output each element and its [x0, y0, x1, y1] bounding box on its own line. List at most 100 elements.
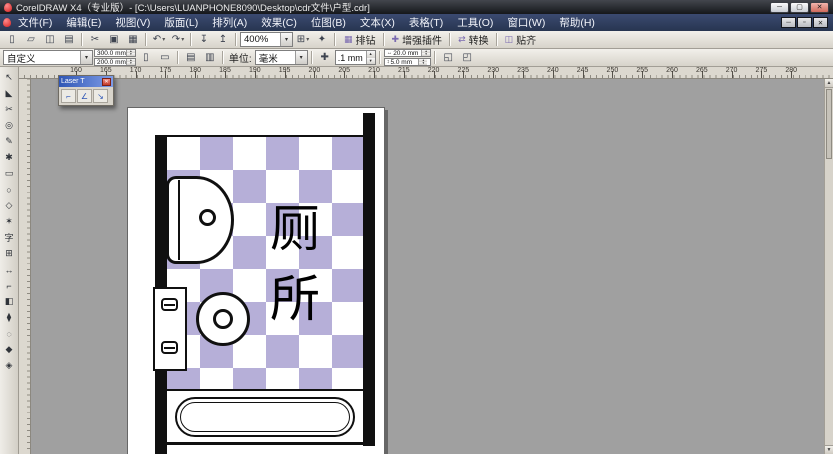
menu-edit[interactable]: 编辑(E) [59, 14, 108, 31]
laser-dimension-icon[interactable]: ⌐ [61, 89, 76, 103]
rectangle-tool-icon[interactable]: ▭ [1, 166, 17, 181]
menu-tools[interactable]: 工具(O) [450, 14, 500, 31]
menu-arrange[interactable]: 排列(A) [205, 14, 254, 31]
toilet-drain[interactable] [213, 309, 233, 329]
menu-text[interactable]: 文本(X) [353, 14, 402, 31]
basic-shapes-tool-icon[interactable]: ✶ [1, 214, 17, 229]
enhance-plugin-button[interactable]: ✚增强插件 [387, 32, 448, 48]
laser-arrow-icon[interactable]: ↘ [93, 89, 108, 103]
scroll-down-arrow-icon[interactable]: ▼ [825, 445, 833, 454]
open-button[interactable]: ▱ [22, 32, 40, 48]
freehand-tool-icon[interactable]: ✎ [1, 134, 17, 149]
bathtub[interactable] [175, 397, 355, 437]
treat-as-filled-button[interactable]: ◱ [439, 50, 457, 66]
doc-close-button[interactable]: ✕ [813, 17, 828, 28]
graphics-options-button[interactable]: ◰ [458, 50, 476, 66]
interactive-fill-tool-icon[interactable]: ◈ [1, 358, 17, 373]
paper-width-field[interactable]: 300.0 mm ▴▾ [94, 49, 136, 57]
table-tool-icon[interactable]: ⊞ [1, 246, 17, 261]
menu-help[interactable]: 帮助(H) [552, 14, 602, 31]
spinner-arrows[interactable]: ▴▾ [126, 59, 135, 65]
pick-tool-icon[interactable]: ↖ [1, 70, 17, 85]
application-launcher-button[interactable]: ⊞▾ [294, 32, 312, 48]
redo-button[interactable]: ↷▾ [169, 32, 187, 48]
corel-online-button[interactable]: ✦ [313, 32, 331, 48]
landscape-button[interactable]: ▭ [156, 50, 174, 66]
duplicate-y-field[interactable]: ↕ 5.0 mm ▴▾ [384, 58, 432, 66]
room-label-text[interactable]: 厕所 [266, 194, 324, 334]
text-tool-icon[interactable]: 字 [1, 230, 17, 245]
menu-file[interactable]: 文件(F) [11, 14, 59, 31]
fill-tool-icon[interactable]: ◆ [1, 342, 17, 357]
scrollbar-thumb[interactable] [826, 89, 832, 159]
portrait-button[interactable]: ▯ [137, 50, 155, 66]
vertical-scrollbar[interactable]: ▲ ▼ [824, 79, 833, 454]
hinge-knob-bottom[interactable] [161, 341, 178, 354]
convert-button[interactable]: ⇄转换 [453, 32, 494, 48]
units-combo[interactable]: 毫米 ▾ [255, 50, 308, 65]
doc-restore-button[interactable]: ▫ [797, 17, 812, 28]
hinge-knob-top[interactable] [161, 298, 178, 311]
save-button[interactable]: ◫ [41, 32, 59, 48]
paste-button[interactable]: ▦ [124, 32, 142, 48]
duplicate-x-field[interactable]: ↔ 20.0 mm ▴▾ [384, 49, 432, 57]
document-page[interactable]: 厕所 [127, 107, 385, 454]
paper-height-field[interactable]: 200.0 mm ▴▾ [94, 58, 136, 66]
row-drill-button[interactable]: ▦排钻 [339, 32, 381, 48]
export-button[interactable]: ↥ [214, 32, 232, 48]
close-icon[interactable]: ✕ [102, 78, 111, 86]
bath-divider-line[interactable] [167, 389, 363, 391]
menu-effects[interactable]: 效果(C) [254, 14, 304, 31]
maximize-button[interactable]: ▢ [790, 2, 809, 13]
spinner-arrows[interactable]: ▴▾ [366, 51, 375, 64]
vertical-ruler[interactable] [19, 79, 31, 454]
laser-angle-icon[interactable]: ∠ [77, 89, 92, 103]
blend-tool-icon[interactable]: ◧ [1, 294, 17, 309]
sink-drain[interactable] [199, 209, 216, 226]
spinner-arrows[interactable]: ▴▾ [418, 59, 427, 65]
dropdown-arrow-icon[interactable]: ▾ [181, 36, 184, 43]
cut-button[interactable]: ✂ [86, 32, 104, 48]
connector-tool-icon[interactable]: ⌐ [1, 278, 17, 293]
dropdown-arrow-icon[interactable]: ▾ [162, 36, 165, 43]
snap-button[interactable]: ◫贴齐 [500, 32, 542, 48]
drawing-canvas[interactable]: 厕所 [31, 79, 824, 454]
import-button[interactable]: ↧ [195, 32, 213, 48]
zoom-tool-icon[interactable]: ◎ [1, 118, 17, 133]
undo-button[interactable]: ↶▾ [150, 32, 168, 48]
outline-pen-tool-icon[interactable]: ◌ [1, 326, 17, 341]
smart-fill-tool-icon[interactable]: ✱ [1, 150, 17, 165]
dimension-tool-icon[interactable]: ↔ [1, 262, 17, 277]
dropdown-arrow-icon[interactable]: ▾ [306, 36, 309, 43]
right-wall[interactable] [363, 113, 375, 446]
chevron-down-icon[interactable]: ▾ [280, 33, 292, 46]
spinner-arrows[interactable]: ▴▾ [126, 50, 135, 56]
crop-tool-icon[interactable]: ✂ [1, 102, 17, 117]
menu-table[interactable]: 表格(T) [402, 14, 450, 31]
new-document-button[interactable]: ▯ [3, 32, 21, 48]
shape-tool-icon[interactable]: ◣ [1, 86, 17, 101]
chevron-down-icon[interactable]: ▾ [80, 51, 92, 64]
doc-minimize-button[interactable]: ─ [781, 17, 796, 28]
close-button[interactable]: ✕ [810, 2, 829, 13]
nudge-offset-field[interactable]: .1 mm ▴▾ [335, 50, 376, 65]
preset-combo[interactable]: 自定义 ▾ [3, 50, 93, 65]
polygon-tool-icon[interactable]: ◇ [1, 198, 17, 213]
scroll-up-arrow-icon[interactable]: ▲ [825, 79, 833, 88]
print-button[interactable]: ▤ [60, 32, 78, 48]
spinner-arrows[interactable]: ▴▾ [421, 50, 430, 56]
floating-toolbar-titlebar[interactable]: Laser T ✕ [59, 76, 113, 87]
menu-window[interactable]: 窗口(W) [500, 14, 552, 31]
menu-bitmaps[interactable]: 位图(B) [304, 14, 353, 31]
chevron-down-icon[interactable]: ▾ [295, 51, 307, 64]
minimize-button[interactable]: ─ [770, 2, 789, 13]
zoom-level-combo[interactable]: 400% ▾ [240, 32, 293, 47]
page-options-button[interactable]: ▤ [182, 50, 200, 66]
menu-layout[interactable]: 版面(L) [157, 14, 205, 31]
all-pages-button[interactable]: ▥ [201, 50, 219, 66]
horizontal-ruler[interactable]: 1601651701751801851901952002052102152202… [19, 67, 833, 79]
menu-view[interactable]: 视图(V) [108, 14, 157, 31]
bottom-wall-line[interactable] [155, 442, 375, 445]
copy-button[interactable]: ▣ [105, 32, 123, 48]
eyedropper-tool-icon[interactable]: ⧫ [1, 310, 17, 325]
